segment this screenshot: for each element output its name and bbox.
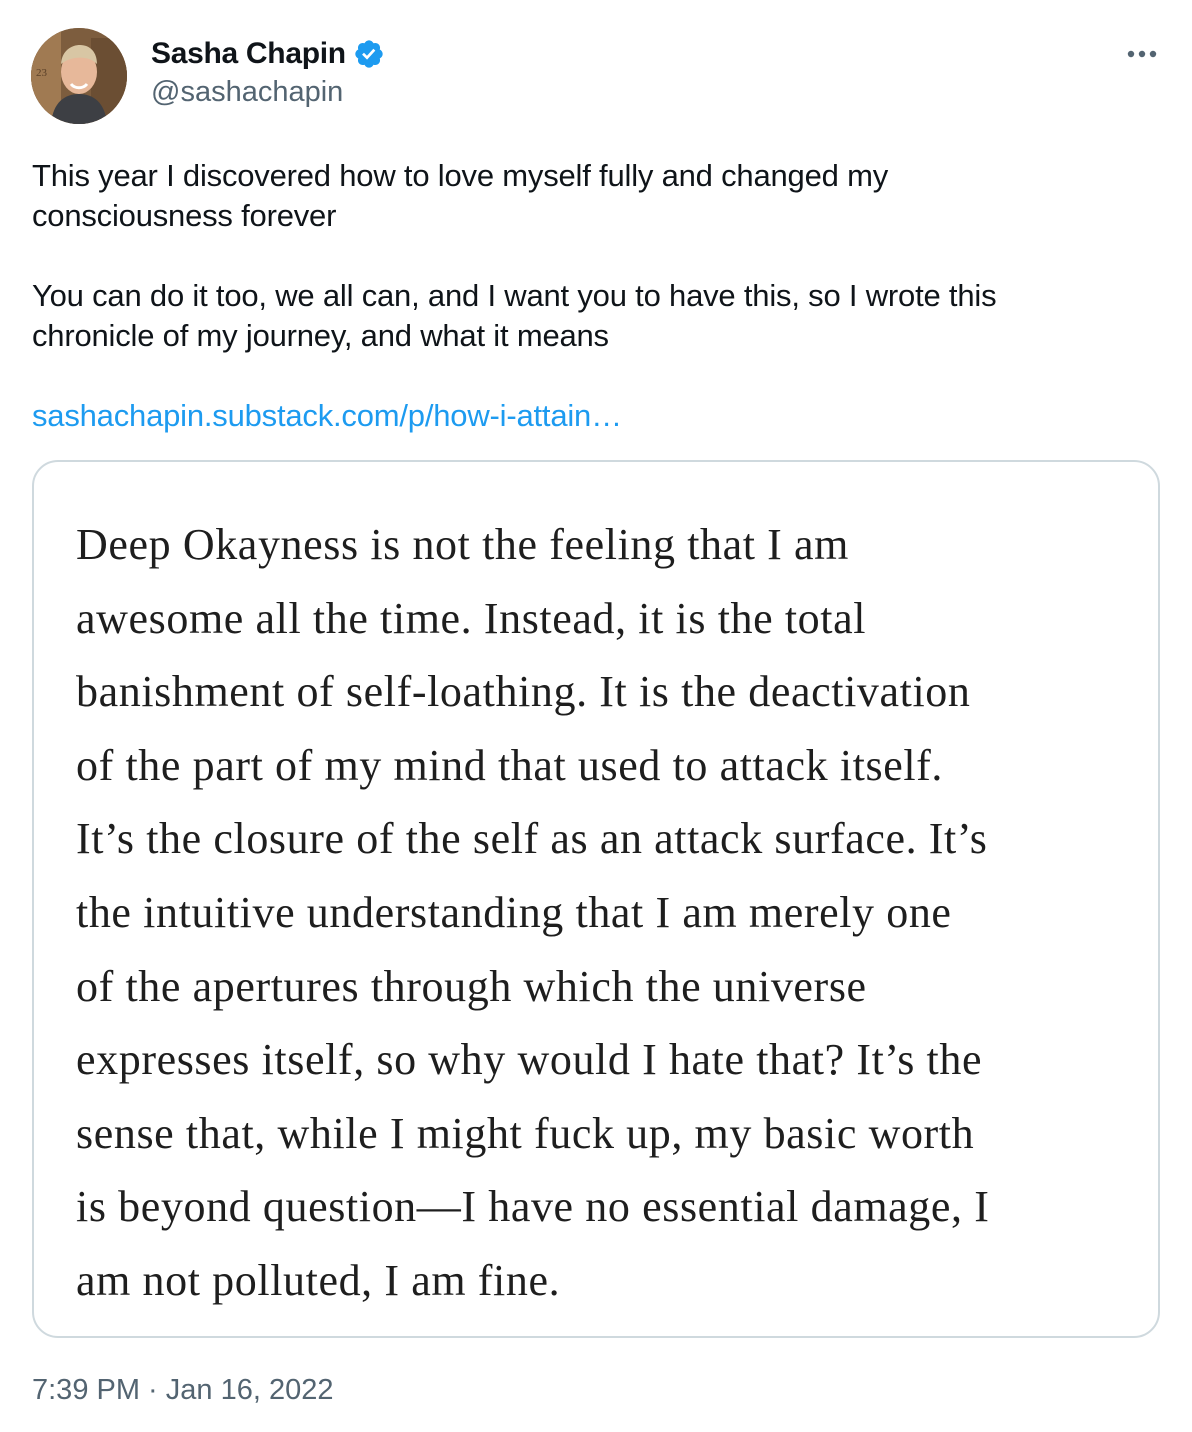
- tweet-timestamp: 7:39 PM · Jan 16, 2022: [32, 1374, 333, 1407]
- image-text-line: am not polluted, I am fine.: [76, 1255, 561, 1305]
- image-text-line: expresses itself, so why would I hate th…: [76, 1035, 983, 1085]
- image-text-line: awesome all the time. Instead, it is the…: [76, 593, 867, 643]
- display-name-row: Sasha Chapin: [151, 36, 385, 72]
- image-quote-text: Deep Okayness is not the feeling that I …: [76, 508, 1136, 1318]
- more-options-icon: [1127, 50, 1157, 58]
- avatar[interactable]: 23: [31, 28, 127, 124]
- image-text-line: sense that, while I might fuck up, my ba…: [76, 1108, 975, 1158]
- more-options-button[interactable]: [1122, 34, 1162, 74]
- tweet-text-line: chronicle of my journey, and what it mea…: [32, 318, 609, 353]
- article-link[interactable]: sashachapin.substack.com/p/how-i-attain…: [32, 398, 622, 433]
- image-text-line: banishment of self-loathing. It is the d…: [76, 667, 971, 717]
- image-text-line: Deep Okayness is not the feeling that I …: [76, 520, 849, 569]
- image-text-line: of the apertures through which the unive…: [76, 961, 867, 1011]
- tweet: 23 Sasha Chapin @sashachapin This year I…: [0, 0, 1192, 1432]
- tweet-text-line: consciousness forever: [32, 198, 337, 233]
- tweet-text-line: This year I discovered how to love mysel…: [32, 158, 889, 193]
- timestamp-separator: ·: [140, 1374, 166, 1406]
- tweet-media-image[interactable]: Deep Okayness is not the feeling that I …: [32, 460, 1160, 1338]
- user-handle[interactable]: @sashachapin: [151, 76, 385, 109]
- profile-photo-icon: 23: [31, 28, 127, 124]
- image-text-line: the intuitive understanding that I am me…: [76, 887, 952, 937]
- image-text-line: of the part of my mind that used to atta…: [76, 740, 944, 790]
- tweet-date[interactable]: Jan 16, 2022: [166, 1374, 334, 1406]
- tweet-time[interactable]: 7:39 PM: [32, 1374, 140, 1406]
- image-text-line: It’s the closure of the self as an attac…: [76, 814, 988, 864]
- display-name[interactable]: Sasha Chapin: [151, 37, 346, 71]
- verified-badge-icon: [353, 38, 385, 70]
- tweet-text-line: You can do it too, we all can, and I wan…: [32, 278, 997, 313]
- author-block: Sasha Chapin @sashachapin: [151, 36, 385, 109]
- svg-text:23: 23: [36, 67, 48, 79]
- image-text-line: is beyond question—I have no essential d…: [76, 1182, 990, 1232]
- tweet-text: This year I discovered how to love mysel…: [32, 156, 1162, 436]
